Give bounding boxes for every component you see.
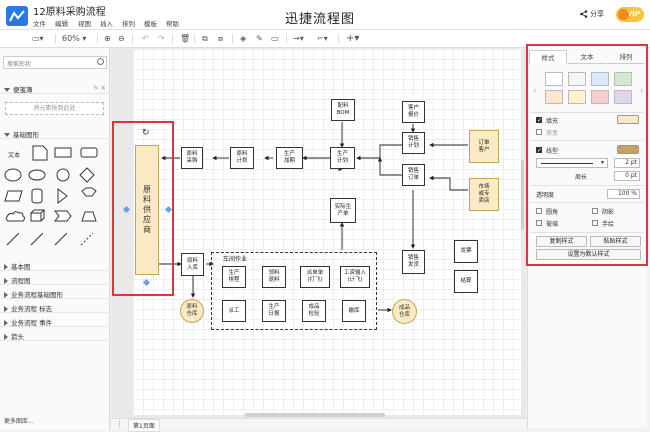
connector	[377, 157, 403, 176]
box-customer-quote[interactable]: 客户 报价	[402, 101, 425, 123]
circle-finished-warehouse[interactable]: 成品 仓库	[392, 299, 417, 324]
box-dispatch-form[interactable]: 派单单 (打飞)	[300, 266, 330, 288]
page-tabs-bar	[111, 418, 526, 430]
selection-highlight	[112, 121, 174, 296]
box-market-store[interactable]: 市场 或专 卖店	[469, 178, 499, 211]
box-finished-check[interactable]: 成品 检验	[302, 300, 326, 322]
box-warehousing[interactable]: 缴库	[342, 300, 366, 322]
box-sales-plan[interactable]: 销售 计划	[402, 132, 425, 154]
box-settlement[interactable]: 结算	[454, 270, 478, 293]
panel-highlight	[526, 44, 648, 266]
workshop-label: 车间作业	[223, 256, 248, 263]
box-prod-process[interactable]: 生产 加期	[276, 147, 303, 169]
box-prod-daily[interactable]: 生产 日报	[262, 300, 286, 322]
box-prod-plan[interactable]: 生产 计划	[330, 147, 355, 169]
box-raw-purchase[interactable]: 原料 采购	[181, 147, 203, 169]
box-sales-ship[interactable]: 销售 发货	[402, 250, 425, 274]
box-sales-order[interactable]: 销售 订单	[402, 164, 425, 186]
box-raw-plan[interactable]: 原料 计划	[230, 147, 254, 169]
box-work-input[interactable]: 工资输入 (计飞)	[340, 266, 370, 288]
circle-raw-warehouse[interactable]: 原料 仓库	[180, 299, 204, 323]
box-dispatch-work[interactable]: 派工	[222, 300, 246, 322]
box-raw-in[interactable]: 原料 入库	[181, 253, 204, 276]
box-customer-order[interactable]: 订单 客户	[469, 130, 499, 163]
box-bom[interactable]: 配料 BOM	[331, 99, 355, 121]
box-invoice[interactable]: 发票	[454, 240, 478, 263]
page-tab-1[interactable]: 第1页面	[128, 419, 160, 432]
connector	[356, 144, 403, 161]
box-actual-production[interactable]: 实际生 产单	[330, 198, 356, 223]
page-menu-icon[interactable]: ⋮	[116, 420, 123, 428]
box-prod-schedule[interactable]: 生产 排程	[222, 266, 246, 288]
box-material-pick[interactable]: 领料 退料	[262, 266, 286, 288]
connector	[429, 175, 468, 191]
